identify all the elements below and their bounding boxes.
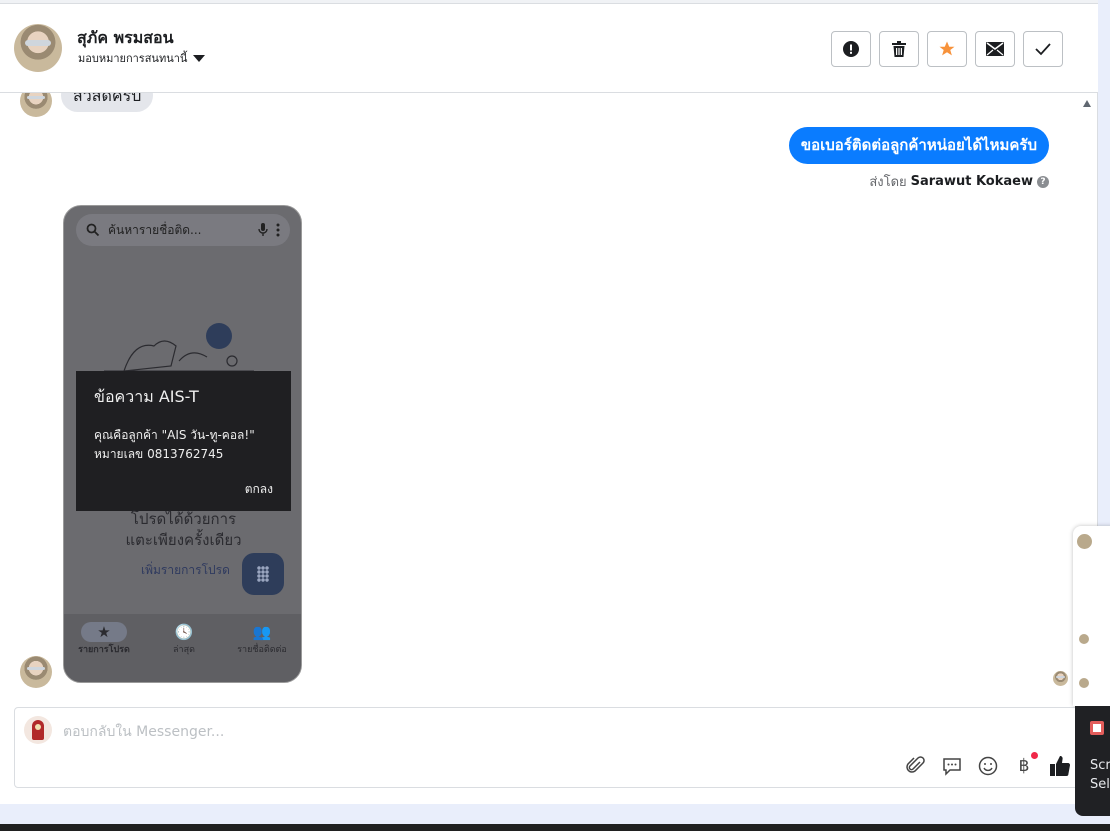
attach-button[interactable]	[904, 754, 928, 778]
dialog-body-line2: หมายเลข 0813762745	[94, 447, 224, 461]
assign-label: มอบหมายการสนทนานี้	[78, 52, 188, 65]
contact-name[interactable]: สุภัค พรมสอน	[77, 26, 174, 51]
snipping-tool-icon	[1090, 721, 1104, 735]
phone-tab-contacts: 👥 รายชื่อติดต่อ	[222, 622, 301, 656]
conversation-header: สุภัค พรมสอน มอบหมายการสนทนานี้	[0, 4, 1098, 93]
trash-icon	[892, 41, 906, 57]
mark-done-button[interactable]	[1023, 31, 1063, 67]
smiley-icon	[978, 756, 998, 776]
notification-dot	[1031, 752, 1038, 759]
star-icon: ★	[81, 622, 127, 642]
dialog-ok-label: ตกลง	[244, 482, 273, 496]
outgoing-message-bubble[interactable]: ขอเบอร์ติดต่อลูกค้าหน่อยได้ไหมครับ	[788, 127, 1049, 164]
paperclip-icon	[906, 756, 925, 773]
dialpad-icon	[257, 566, 269, 582]
chevron-down-icon	[193, 54, 206, 62]
message-thread[interactable]: สวัสดีครับ ขอเบอร์ติดต่อลูกค้าหน่อยได้ไห…	[0, 93, 1080, 700]
sent-by-prefix: ส่งโดย	[869, 175, 907, 190]
reply-input[interactable]	[63, 721, 963, 743]
sent-by-name: Sarawut Kokaew	[910, 174, 1033, 189]
phone-tab-label: ล่าสุด	[173, 645, 195, 655]
search-icon	[86, 223, 100, 237]
reply-composer: ฿	[14, 707, 1084, 788]
taskbar-strip	[0, 824, 1110, 831]
phone-tab-label: รายชื่อติดต่อ	[237, 645, 287, 655]
page-avatar	[24, 716, 52, 744]
delete-button[interactable]	[879, 31, 919, 67]
screenshot-tool-popup[interactable]: Scr Sel	[1075, 706, 1110, 816]
emoji-button[interactable]	[976, 754, 1000, 778]
people-icon: 👥	[252, 623, 272, 641]
read-receipt-avatar	[1053, 671, 1068, 686]
sender-avatar	[20, 656, 52, 688]
preview-avatar	[1079, 634, 1089, 644]
checkmark-icon	[1035, 43, 1051, 56]
assign-conversation-dropdown[interactable]: มอบหมายการสนทนานี้	[78, 49, 206, 67]
more-vertical-icon	[276, 223, 280, 237]
phone-search-text: ค้นหารายชื่อติด...	[108, 222, 202, 237]
popup-text-line2: Sel	[1090, 777, 1110, 792]
favorites-text-line1: โปรดได้ด้วยการ	[130, 510, 237, 528]
star-icon	[939, 41, 955, 56]
microphone-icon	[258, 223, 268, 236]
preview-avatar	[1079, 678, 1089, 688]
sent-by-label: ส่งโดย Sarawut Kokaew ?	[869, 171, 1049, 192]
envelope-icon	[986, 42, 1004, 56]
image-attachment[interactable]: ค้นหารายชื่อติด... ข้อความ AIS-T คุณคือล…	[63, 205, 302, 683]
exclamation-circle-icon	[843, 41, 859, 57]
dialpad-fab	[242, 553, 284, 595]
contact-avatar[interactable]	[14, 24, 62, 72]
saved-replies-button[interactable]	[940, 754, 964, 778]
popup-text-line1: Scr	[1090, 758, 1110, 773]
mark-spam-button[interactable]	[831, 31, 871, 67]
scroll-up-arrow-icon[interactable]	[1083, 100, 1091, 107]
like-button[interactable]	[1048, 754, 1072, 778]
help-icon[interactable]: ?	[1037, 175, 1049, 188]
phone-tab-favorites: ★ รายการโปรด	[64, 622, 144, 656]
floating-preview-panel[interactable]	[1073, 526, 1110, 706]
incoming-message-bubble[interactable]: สวัสดีครับ	[61, 93, 154, 112]
mark-unread-button[interactable]	[975, 31, 1015, 67]
dialog-body-line1: คุณคือลูกค้า "AIS วัน-ทู-คอล!"	[94, 428, 255, 442]
sender-avatar	[20, 93, 52, 117]
inbox-conversation-view: สุภัค พรมสอน มอบหมายการสนทนานี้ สวัสดีคร…	[0, 0, 1098, 804]
dialog-title: ข้อความ AIS-T	[94, 387, 199, 406]
clock-icon: 🕓	[174, 623, 194, 641]
phone-tab-label: รายการโปรด	[78, 645, 130, 655]
phone-bottom-nav: ★ รายการโปรด 🕓 ล่าสุด 👥 รายชื่อติดต่อ	[64, 614, 301, 682]
favorites-illustration	[104, 323, 254, 372]
favorites-empty-text: โปรดได้ด้วยการ แตะเพียงครั้งเดียว	[64, 509, 301, 551]
sms-dialog: ข้อความ AIS-T คุณคือลูกค้า "AIS วัน-ทู-ค…	[76, 371, 291, 511]
chat-bubble-icon	[943, 758, 961, 776]
phone-tab-recent: 🕓 ล่าสุด	[144, 622, 224, 656]
phone-search-bar: ค้นหารายชื่อติด...	[76, 214, 290, 246]
favorites-text-line2: แตะเพียงครั้งเดียว	[125, 531, 242, 549]
thumbs-up-icon	[1050, 756, 1071, 776]
add-favorite-link: เพิ่มรายการโปรด	[141, 563, 230, 577]
star-button[interactable]	[927, 31, 967, 67]
preview-avatar	[1077, 534, 1092, 549]
